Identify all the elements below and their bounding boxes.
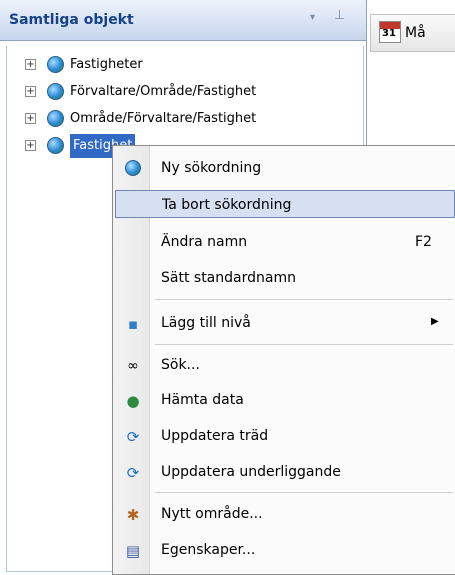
expand-icon[interactable]: +: [25, 140, 36, 151]
refresh-icon: ⟳: [126, 428, 140, 446]
fetch-data-icon: ●: [126, 392, 140, 410]
globe-icon: [47, 56, 64, 73]
menu-item-search[interactable]: ∞ Sök...: [115, 351, 455, 379]
calendar-icon: 31: [379, 21, 401, 43]
menu-item-add-level[interactable]: ▪ Lägg till nivå ▶: [115, 309, 455, 337]
menu-separator: [155, 344, 453, 345]
globe-icon: [47, 83, 64, 100]
menu-item-rename[interactable]: Ändra namn F2: [115, 228, 455, 256]
document-tab-label: Må: [405, 25, 426, 41]
pin-icon[interactable]: ⊥: [334, 8, 345, 23]
document-tab[interactable]: 31 Må: [370, 14, 455, 52]
context-menu: Ny sökordning Ta bort sökordning Ändra n…: [112, 145, 455, 575]
globe-icon: [47, 137, 64, 154]
tree-item-label: Fastigheter: [70, 57, 143, 72]
binoculars-icon: ∞: [127, 358, 139, 374]
menu-item-remove-search-order[interactable]: Ta bort sökordning: [115, 190, 455, 218]
menu-item-properties[interactable]: ▤ Egenskaper...: [115, 536, 455, 564]
new-area-icon: ✱: [126, 506, 140, 524]
shortcut-label: F2: [415, 234, 432, 250]
expand-icon[interactable]: +: [25, 113, 36, 124]
menu-item-fetch-data[interactable]: ● Hämta data: [115, 386, 455, 414]
globe-icon: [47, 110, 64, 127]
refresh-icon: ⟳: [126, 464, 140, 482]
expand-icon[interactable]: +: [25, 86, 36, 97]
globe-icon: [125, 160, 141, 176]
menu-item-refresh-tree[interactable]: ⟳ Uppdatera träd: [115, 422, 455, 450]
menu-separator: [155, 299, 453, 300]
dropdown-arrow-icon[interactable]: ▾: [310, 12, 315, 23]
panel-header: Samtliga objekt ▾ ⊥: [0, 0, 366, 41]
expand-icon[interactable]: +: [25, 59, 36, 70]
menu-item-new-area[interactable]: ✱ Nytt område...: [115, 500, 455, 528]
tree-item-label: Område/Förvaltare/Fastighet: [70, 111, 257, 126]
panel-title: Samtliga objekt: [9, 12, 134, 28]
properties-icon: ▤: [125, 542, 141, 560]
menu-item-new-search-order[interactable]: Ny sökordning: [115, 154, 455, 182]
menu-separator: [155, 492, 453, 493]
menu-item-refresh-children[interactable]: ⟳ Uppdatera underliggande: [115, 458, 455, 486]
menu-item-set-default-name[interactable]: Sätt standardnamn: [115, 264, 455, 292]
tree-item-label: Förvaltare/Område/Fastighet: [70, 84, 257, 99]
add-level-icon: ▪: [127, 315, 139, 333]
submenu-arrow-icon: ▶: [431, 316, 439, 327]
